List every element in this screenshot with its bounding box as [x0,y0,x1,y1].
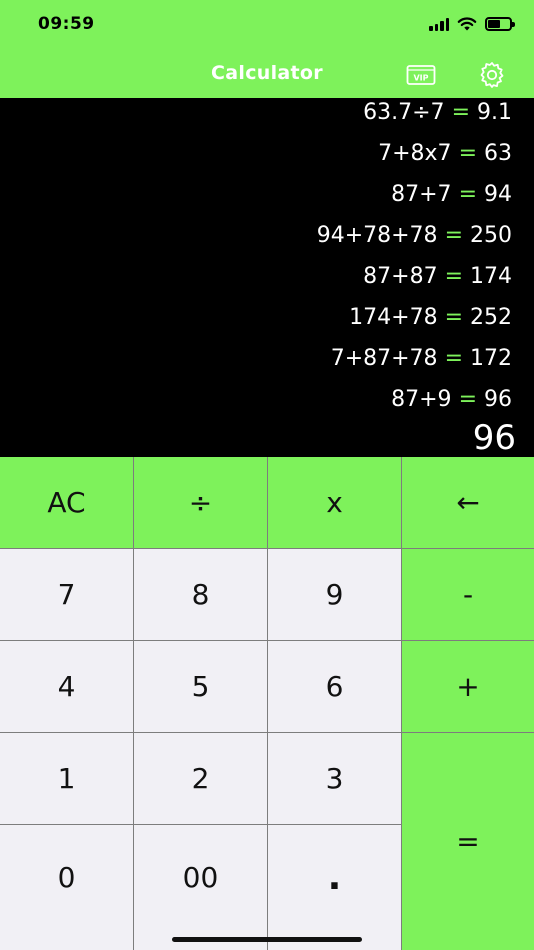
digit-1-button[interactable]: 1 [0,733,134,825]
plus-button[interactable]: + [402,641,534,733]
digit-7-button[interactable]: 7 [0,549,134,641]
keypad: AC ÷ x ← 7 8 9 - 4 5 6 + 1 2 3 = 0 00 . [0,457,534,950]
nav-bar: Calculator VIP [0,50,534,98]
equals-button[interactable]: = [402,733,534,950]
equals-sign: = [444,264,463,289]
cellular-signal-icon [429,17,449,31]
history-expression: 87+7 [391,182,452,207]
history-result: 94 [484,182,512,207]
history-expression: 7+87+78 [330,346,438,371]
calculation-display: 63.7÷7 = 9.1 7+8x7 = 63 87+7 = 94 94+78+… [0,98,534,458]
equals-sign: = [458,387,477,412]
history-expression: 174+78 [349,305,438,330]
wifi-icon [457,17,477,31]
history-result: 172 [470,346,512,371]
digit-4-button[interactable]: 4 [0,641,134,733]
status-icons [429,16,515,32]
equals-sign: = [444,223,463,248]
digit-5-button[interactable]: 5 [134,641,268,733]
history-result: 174 [470,264,512,289]
gear-icon[interactable] [477,60,507,90]
history-entry: 87+7 = 94 [391,182,512,207]
history-entry: 63.7÷7 = 9.1 [363,100,512,125]
history-result: 250 [470,223,512,248]
equals-sign: = [451,100,470,125]
home-indicator[interactable] [172,937,362,942]
equals-sign: = [458,182,477,207]
status-time: 09:59 [38,14,95,34]
history-result: 9.1 [477,100,512,125]
digit-9-button[interactable]: 9 [268,549,402,641]
decimal-button[interactable]: . [268,825,402,950]
ac-button[interactable]: AC [0,457,134,549]
history-result: 252 [470,305,512,330]
history-expression: 87+9 [391,387,452,412]
divide-button[interactable]: ÷ [134,457,268,549]
history-expression: 63.7÷7 [363,100,445,125]
digit-0-button[interactable]: 0 [0,825,134,950]
history-expression: 7+8x7 [378,141,452,166]
minus-button[interactable]: - [402,549,534,641]
history-entry: 94+78+78 = 250 [317,223,512,248]
multiply-button[interactable]: x [268,457,402,549]
history-entry: 7+87+78 = 172 [331,346,512,371]
history-result: 63 [484,141,512,166]
history-result: 96 [484,387,512,412]
digit-6-button[interactable]: 6 [268,641,402,733]
history-entry: 87+87 = 174 [363,264,512,289]
history-entry: 87+9 = 96 [391,387,512,412]
vip-icon[interactable]: VIP [406,64,436,86]
digit-2-button[interactable]: 2 [134,733,268,825]
history-entry: 7+8x7 = 63 [378,141,512,166]
history-expression: 94+78+78 [316,223,438,248]
battery-icon [485,17,515,31]
page-title: Calculator [211,62,323,84]
digit-8-button[interactable]: 8 [134,549,268,641]
double-zero-button[interactable]: 00 [134,825,268,950]
current-result: 96 [472,418,516,458]
status-bar: 09:59 [0,0,534,50]
digit-3-button[interactable]: 3 [268,733,402,825]
history-entry: 174+78 = 252 [349,305,512,330]
vip-label: VIP [413,74,428,83]
equals-sign: = [444,305,463,330]
history-expression: 87+87 [363,264,438,289]
backspace-button[interactable]: ← [402,457,534,549]
equals-sign: = [458,141,477,166]
equals-sign: = [444,346,463,371]
